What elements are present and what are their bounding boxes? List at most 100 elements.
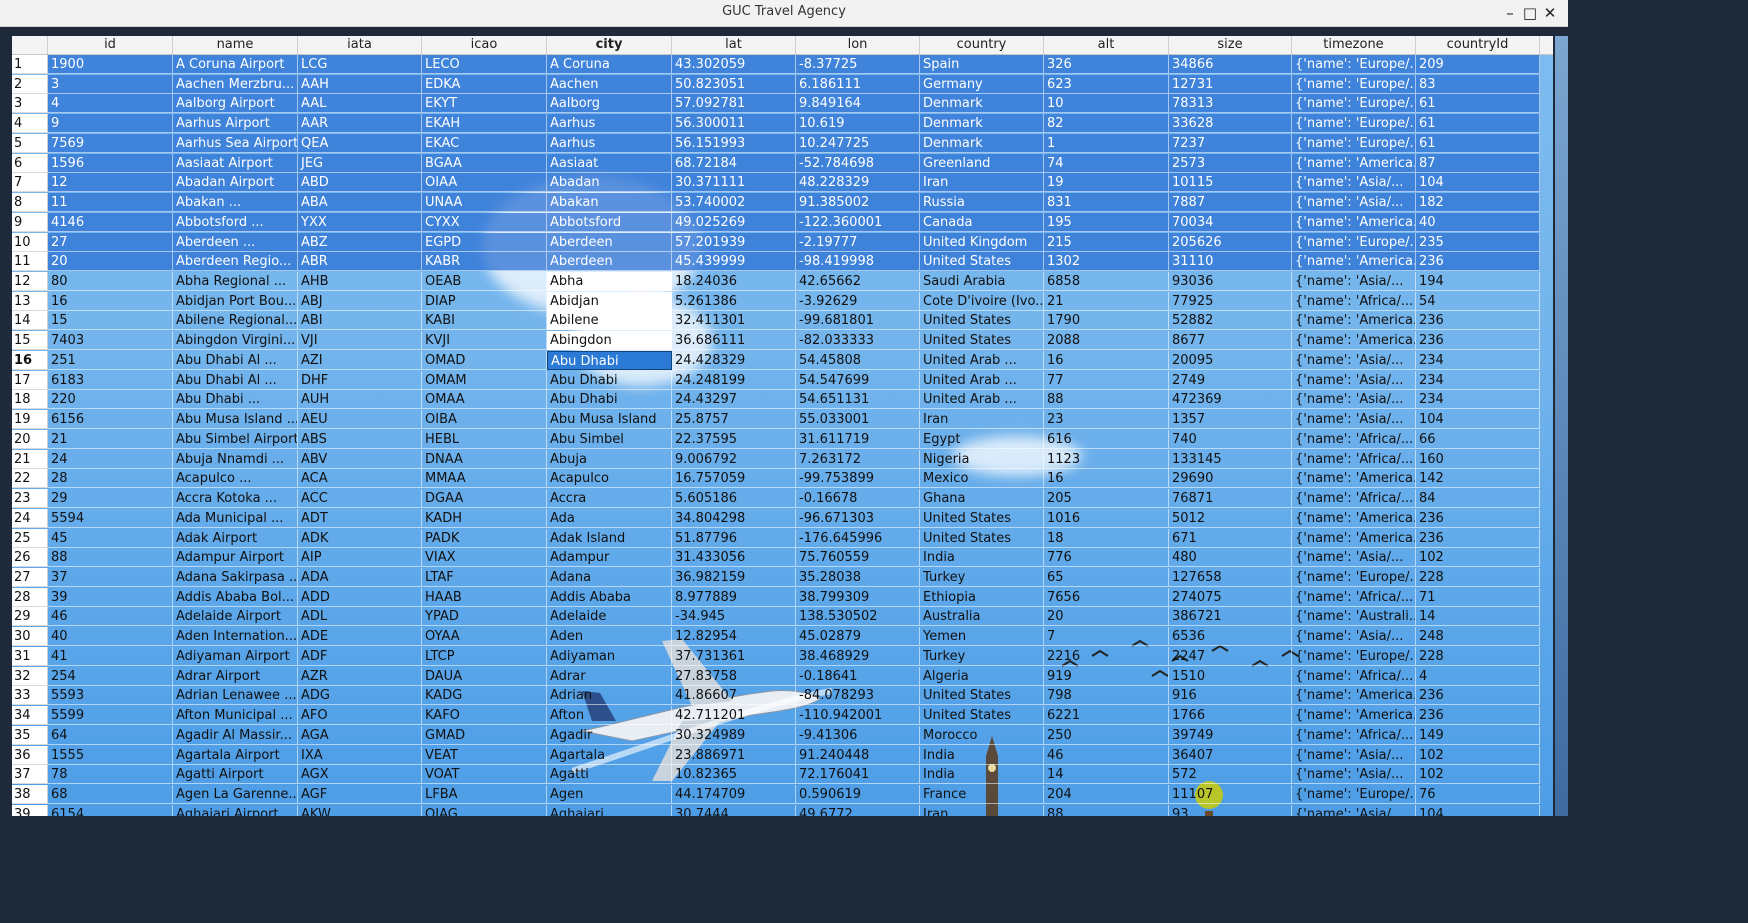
cell-countryid[interactable]: 234	[1416, 370, 1540, 390]
row-number[interactable]: 14	[12, 311, 48, 331]
row-number[interactable]: 8	[12, 193, 48, 213]
row-number[interactable]: 34	[12, 706, 48, 726]
cell-country[interactable]: Denmark	[920, 94, 1044, 114]
cell-name[interactable]: Aachen Merzbru...	[173, 74, 298, 94]
cell-timezone[interactable]: {'name': 'Asia/...	[1292, 173, 1416, 193]
row-number[interactable]: 39	[12, 804, 48, 816]
cell-city[interactable]: Ada	[547, 508, 672, 528]
cell-timezone[interactable]: {'name': 'Africa/...	[1292, 725, 1416, 745]
column-header-countryid[interactable]: countryId	[1416, 36, 1540, 54]
row-number[interactable]: 29	[12, 607, 48, 627]
cell-lon[interactable]: 10.619	[796, 114, 920, 134]
cell-lat[interactable]: 31.433056	[672, 548, 796, 568]
cell-name[interactable]: Adampur Airport	[173, 548, 298, 568]
row-number[interactable]: 9	[12, 212, 48, 232]
cell-countryid[interactable]: 14	[1416, 607, 1540, 627]
cell-lat[interactable]: 68.72184	[672, 153, 796, 173]
row-number[interactable]: 18	[12, 390, 48, 410]
cell-city[interactable]: Abu Dhabi	[547, 350, 672, 370]
cell-countryid[interactable]: 84	[1416, 489, 1540, 509]
cell-city[interactable]: Abilene	[547, 311, 672, 331]
cell-lon[interactable]: 31.611719	[796, 429, 920, 449]
cell-lat[interactable]: 49.025269	[672, 212, 796, 232]
cell-lat[interactable]: 23.886971	[672, 745, 796, 765]
cell-city[interactable]: Accra	[547, 489, 672, 509]
cell-icao[interactable]: EGPD	[422, 232, 547, 252]
cell-city[interactable]: Aasiaat	[547, 153, 672, 173]
cell-countryid[interactable]: 236	[1416, 706, 1540, 726]
cell-alt[interactable]: 21	[1044, 291, 1169, 311]
cell-timezone[interactable]: {'name': 'Asia/...	[1292, 765, 1416, 785]
cell-lon[interactable]: -98.419998	[796, 252, 920, 272]
cell-size[interactable]: 31110	[1169, 252, 1292, 272]
cell-iata[interactable]: ABA	[298, 193, 422, 213]
cell-lon[interactable]: 42.65662	[796, 272, 920, 292]
minimize-button[interactable]: –	[1500, 3, 1520, 23]
cell-size[interactable]: 480	[1169, 548, 1292, 568]
cell-size[interactable]: 916	[1169, 686, 1292, 706]
cell-timezone[interactable]: {'name': 'Asia/...	[1292, 548, 1416, 568]
cell-country[interactable]: Greenland	[920, 153, 1044, 173]
row-number[interactable]: 13	[12, 291, 48, 311]
cell-size[interactable]: 2247	[1169, 646, 1292, 666]
cell-name[interactable]: Aalborg Airport	[173, 94, 298, 114]
cell-size[interactable]: 1510	[1169, 666, 1292, 686]
cell-country[interactable]: Australia	[920, 607, 1044, 627]
cell-lat[interactable]: 34.804298	[672, 508, 796, 528]
column-header-city[interactable]: city	[547, 36, 672, 54]
cell-name[interactable]: Accra Kotoka ...	[173, 489, 298, 509]
cell-countryid[interactable]: 236	[1416, 528, 1540, 548]
table-row[interactable]: 32 254 Adrar Airport AZR DAUA Adrar 27.83758 -0…	[12, 666, 1553, 687]
cell-size[interactable]: 70034	[1169, 212, 1292, 232]
cell-size[interactable]: 6536	[1169, 627, 1292, 647]
row-number[interactable]: 11	[12, 252, 48, 272]
cell-countryid[interactable]: 104	[1416, 410, 1540, 430]
cell-name[interactable]: Aberdeen ...	[173, 232, 298, 252]
cell-icao[interactable]: KAFO	[422, 706, 547, 726]
row-number[interactable]: 16	[12, 350, 48, 370]
cell-lat[interactable]: 16.757059	[672, 469, 796, 489]
cell-id[interactable]: 46	[48, 607, 173, 627]
cell-size[interactable]: 127658	[1169, 567, 1292, 587]
cell-name[interactable]: Abakan ...	[173, 193, 298, 213]
cell-iata[interactable]: AGF	[298, 785, 422, 804]
cell-icao[interactable]: VIAX	[422, 548, 547, 568]
cell-name[interactable]: Aasiaat Airport	[173, 153, 298, 173]
cell-name[interactable]: Adelaide Airport	[173, 607, 298, 627]
cell-lon[interactable]: 54.45808	[796, 350, 920, 370]
table-row[interactable]: 26 88 Adampur Airport AIP VIAX Adampur 31.4330…	[12, 548, 1553, 568]
column-header-size[interactable]: size	[1169, 36, 1292, 54]
cell-country[interactable]: Saudi Arabia	[920, 272, 1044, 292]
cell-id[interactable]: 1900	[48, 55, 173, 74]
cell-name[interactable]: Aghajari Airport	[173, 804, 298, 816]
row-number[interactable]: 1	[12, 55, 48, 74]
table-row[interactable]: 1 1900 A Coruna Airport LCG LECO A Coruna 43.3…	[12, 55, 1553, 75]
table-row[interactable]: 38 68 Agen La Garenne... AGF LFBA Agen 44.1747…	[12, 785, 1553, 805]
row-number[interactable]: 24	[12, 508, 48, 528]
cell-icao[interactable]: OYAA	[422, 627, 547, 647]
cell-country[interactable]: United States	[920, 508, 1044, 528]
cell-lon[interactable]: -82.033333	[796, 331, 920, 351]
cell-alt[interactable]: 205	[1044, 489, 1169, 509]
table-row[interactable]: 16 251 Abu Dhabi Al ... AZI OMAD Abu Dhabi 24.…	[12, 350, 1553, 371]
cell-iata[interactable]: ADA	[298, 567, 422, 587]
cell-size[interactable]: 34866	[1169, 55, 1292, 74]
cell-alt[interactable]: 6858	[1044, 272, 1169, 292]
table-row[interactable]: 39 6154 Aghajari Airport AKW OIAG Aghajari 30.…	[12, 804, 1553, 816]
cell-countryid[interactable]: 235	[1416, 232, 1540, 252]
cell-lon[interactable]: 35.28038	[796, 567, 920, 587]
cell-lon[interactable]: 10.247725	[796, 133, 920, 153]
cell-icao[interactable]: HEBL	[422, 429, 547, 449]
cell-countryid[interactable]: 61	[1416, 94, 1540, 114]
cell-countryid[interactable]: 66	[1416, 429, 1540, 449]
cell-iata[interactable]: AZI	[298, 350, 422, 370]
cell-id[interactable]: 220	[48, 390, 173, 410]
column-header-timezone[interactable]: timezone	[1292, 36, 1416, 54]
cell-alt[interactable]: 1016	[1044, 508, 1169, 528]
cell-id[interactable]: 16	[48, 291, 173, 311]
cell-iata[interactable]: ADD	[298, 587, 422, 607]
cell-alt[interactable]: 195	[1044, 212, 1169, 232]
table-row[interactable]: 24 5594 Ada Municipal ... ADT KADH Ada 34.8042…	[12, 508, 1553, 529]
cell-countryid[interactable]: 54	[1416, 291, 1540, 311]
cell-iata[interactable]: ABI	[298, 311, 422, 331]
